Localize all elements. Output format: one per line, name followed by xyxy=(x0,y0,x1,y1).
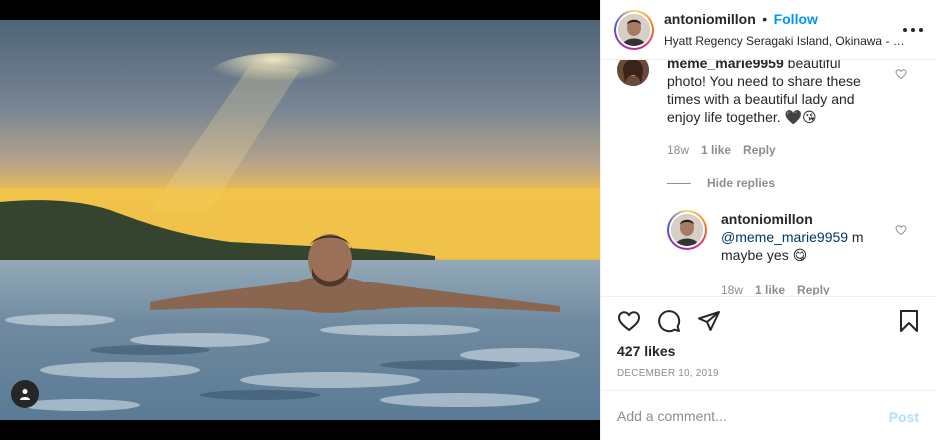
tag-user-button[interactable] xyxy=(11,380,39,408)
reply-likes[interactable]: 1 like xyxy=(755,283,785,295)
commenter-avatar-image xyxy=(617,60,649,86)
tag-user-icon xyxy=(20,389,30,400)
comment-meta: 18w 1 like Reply xyxy=(667,143,776,157)
add-comment-bar: Post xyxy=(601,390,936,440)
avatar xyxy=(618,13,650,46)
post-media xyxy=(0,0,600,440)
username[interactable]: antoniomillon xyxy=(664,11,756,27)
likes-count[interactable]: 427 likes xyxy=(617,343,675,359)
story-ring[interactable] xyxy=(614,9,654,50)
post-side-panel: antoniomillon • Follow Hyatt Regency Ser… xyxy=(600,0,936,440)
more-options-icon[interactable] xyxy=(903,22,923,38)
location-link[interactable]: Hyatt Regency Seragaki Island, Okinawa -… xyxy=(664,32,909,49)
reply-story-ring[interactable] xyxy=(667,210,707,250)
reply-avatar-image xyxy=(671,214,703,246)
reply-age: 18w xyxy=(721,283,744,295)
bookmark-icon[interactable] xyxy=(897,309,921,333)
heart-icon[interactable] xyxy=(617,309,641,333)
comment-reply-button[interactable]: Reply xyxy=(743,143,776,157)
reply-avatar xyxy=(671,214,703,246)
comment-age: 18w xyxy=(667,143,690,157)
post-button[interactable]: Post xyxy=(889,409,919,425)
hide-replies-label: Hide replies xyxy=(707,176,776,190)
comment-username[interactable]: meme_marie9959 xyxy=(667,60,784,71)
separator-dot: • xyxy=(762,10,768,27)
reply-reply-button[interactable]: Reply xyxy=(797,283,830,295)
avatar-image xyxy=(618,13,650,46)
photo-image xyxy=(0,20,600,420)
comment-item: meme_marie9959 beautiful photo! You need… xyxy=(617,60,881,126)
reply-mention[interactable]: @meme_marie9959 xyxy=(721,229,848,245)
commenter-avatar[interactable] xyxy=(617,60,649,86)
reply-text: antoniomillon @meme_marie9959 m maybe ye… xyxy=(721,210,871,264)
post-date[interactable]: December 10, 2019 xyxy=(617,368,719,379)
comment-likes[interactable]: 1 like xyxy=(701,143,731,157)
share-icon[interactable] xyxy=(697,309,721,333)
comment-like-icon[interactable] xyxy=(895,68,907,80)
post-photo[interactable] xyxy=(0,20,600,420)
post-actions: 427 likes December 10, 2019 xyxy=(601,296,936,390)
comment-icon[interactable] xyxy=(657,309,681,333)
post-header: antoniomillon • Follow Hyatt Regency Ser… xyxy=(601,0,936,60)
reply-item: antoniomillon @meme_marie9959 m maybe ye… xyxy=(667,210,871,264)
follow-button[interactable]: Follow xyxy=(774,11,818,27)
reply-username[interactable]: antoniomillon xyxy=(721,210,871,228)
comment-text: meme_marie9959 beautiful photo! You need… xyxy=(667,60,881,126)
reply-meta: 18w 1 like Reply xyxy=(721,283,830,295)
hide-replies-button[interactable]: Hide replies xyxy=(667,176,775,190)
comments-list[interactable]: meme_marie9959 beautiful photo! You need… xyxy=(601,60,936,295)
reply-like-icon[interactable] xyxy=(895,224,907,236)
comment-input[interactable] xyxy=(617,407,877,424)
